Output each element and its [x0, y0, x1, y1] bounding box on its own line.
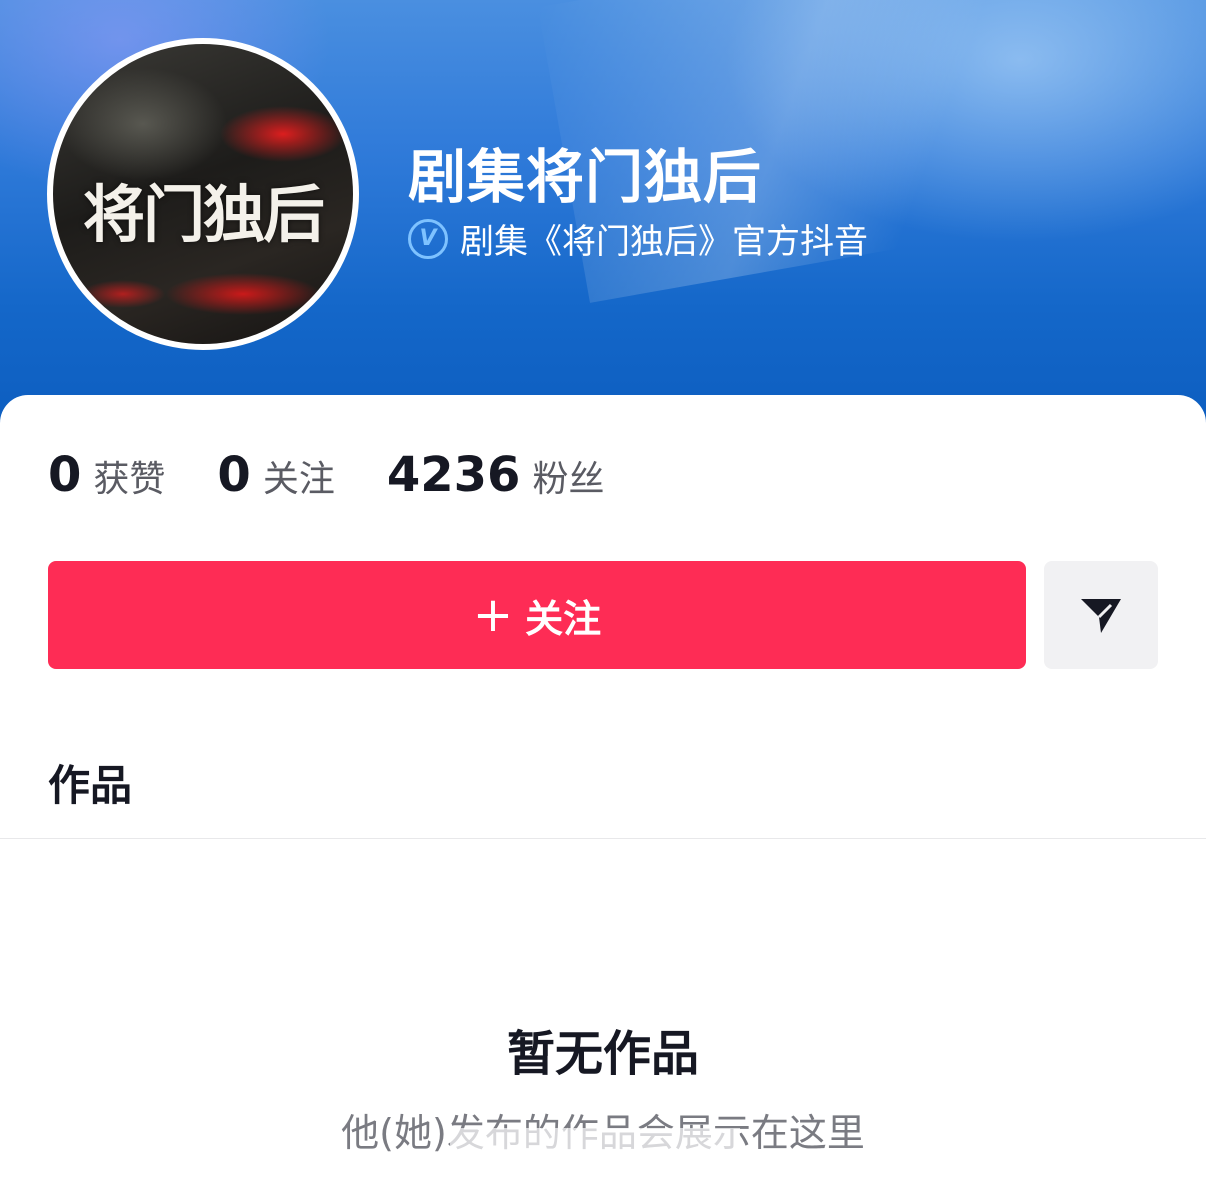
follow-button-label: 关注 — [525, 596, 602, 641]
follow-button[interactable]: + 关注 — [48, 561, 1026, 669]
account-name: 剧集将门独后 — [408, 143, 763, 211]
verification-text: 剧集《将门独后》官方抖音 — [460, 222, 868, 262]
profile-page: 将门独后 剧集将门独后 V 剧集《将门独后》官方抖音 0 获赞 0 关注 423… — [0, 0, 1206, 1177]
empty-state-title: 暂无作品 — [506, 1026, 699, 1082]
avatar[interactable]: 将门独后 — [47, 38, 359, 350]
tab-works[interactable]: 作品 — [48, 752, 132, 813]
following-label: 关注 — [262, 459, 335, 500]
stat-followers[interactable]: 4236 粉丝 — [387, 447, 605, 503]
verification-row: V 剧集《将门独后》官方抖音 — [408, 214, 868, 263]
stat-likes[interactable]: 0 获赞 — [48, 447, 165, 503]
followers-count: 4236 — [386, 447, 521, 503]
likes-count: 0 — [48, 447, 82, 503]
plus-icon: + — [472, 587, 514, 643]
divider — [0, 838, 1206, 839]
stats-row: 0 获赞 0 关注 4236 粉丝 — [48, 447, 656, 503]
watermark-overlay — [450, 1128, 740, 1168]
send-message-button[interactable] — [1044, 561, 1158, 669]
avatar-logo-text: 将门独后 — [82, 178, 325, 251]
verified-badge-icon: V — [408, 218, 448, 259]
send-icon — [1081, 599, 1121, 633]
following-count: 0 — [217, 447, 251, 503]
followers-label: 粉丝 — [532, 459, 605, 500]
likes-label: 获赞 — [93, 459, 166, 500]
stat-following[interactable]: 0 关注 — [217, 447, 334, 503]
